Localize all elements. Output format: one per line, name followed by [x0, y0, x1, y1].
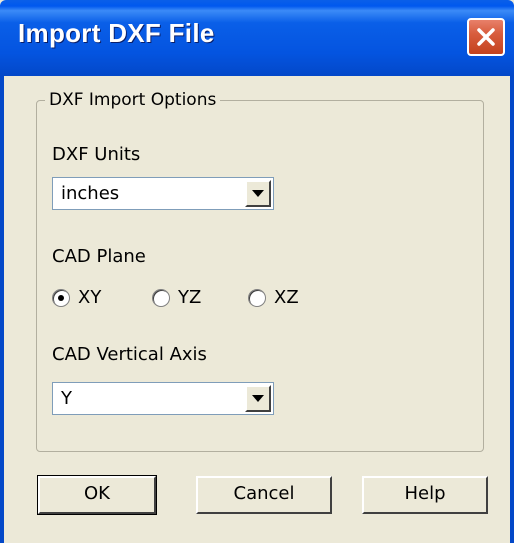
radio-selected-dot	[58, 295, 64, 301]
cad-vertical-axis-dropdown-button[interactable]	[245, 385, 271, 412]
dxf-units-label: DXF Units	[52, 144, 141, 165]
cad-plane-label: CAD Plane	[52, 246, 146, 267]
radio-xz-label: XZ	[274, 287, 299, 308]
chevron-down-icon	[252, 395, 264, 402]
radio-yz-circle[interactable]	[152, 289, 170, 307]
dxf-units-select[interactable]: inches	[52, 177, 274, 210]
radio-xz-circle[interactable]	[248, 289, 266, 307]
radio-xz[interactable]: XZ	[248, 287, 318, 311]
group-legend: DXF Import Options	[49, 90, 217, 110]
chevron-down-icon	[252, 190, 264, 197]
radio-yz[interactable]: YZ	[152, 287, 222, 311]
window-frame-left	[0, 76, 4, 543]
close-icon	[477, 28, 495, 46]
radio-xy-label: XY	[78, 287, 102, 308]
dxf-units-dropdown-button[interactable]	[245, 180, 271, 207]
ok-button[interactable]: OK	[37, 475, 157, 515]
help-button[interactable]: Help	[362, 476, 488, 514]
window-frame-right	[510, 76, 514, 543]
cancel-button[interactable]: Cancel	[196, 476, 332, 514]
cad-vertical-axis-label: CAD Vertical Axis	[52, 344, 207, 365]
radio-yz-label: YZ	[178, 287, 202, 308]
dxf-units-value: inches	[61, 183, 120, 204]
window-title: Import DXF File	[18, 18, 215, 48]
cad-vertical-axis-select[interactable]: Y	[52, 382, 274, 415]
radio-xy-circle[interactable]	[52, 289, 70, 307]
radio-xy[interactable]: XY	[52, 287, 122, 311]
title-bar[interactable]: Import DXF File	[0, 0, 514, 76]
close-button[interactable]	[467, 18, 505, 56]
cad-vertical-axis-value: Y	[61, 388, 72, 409]
